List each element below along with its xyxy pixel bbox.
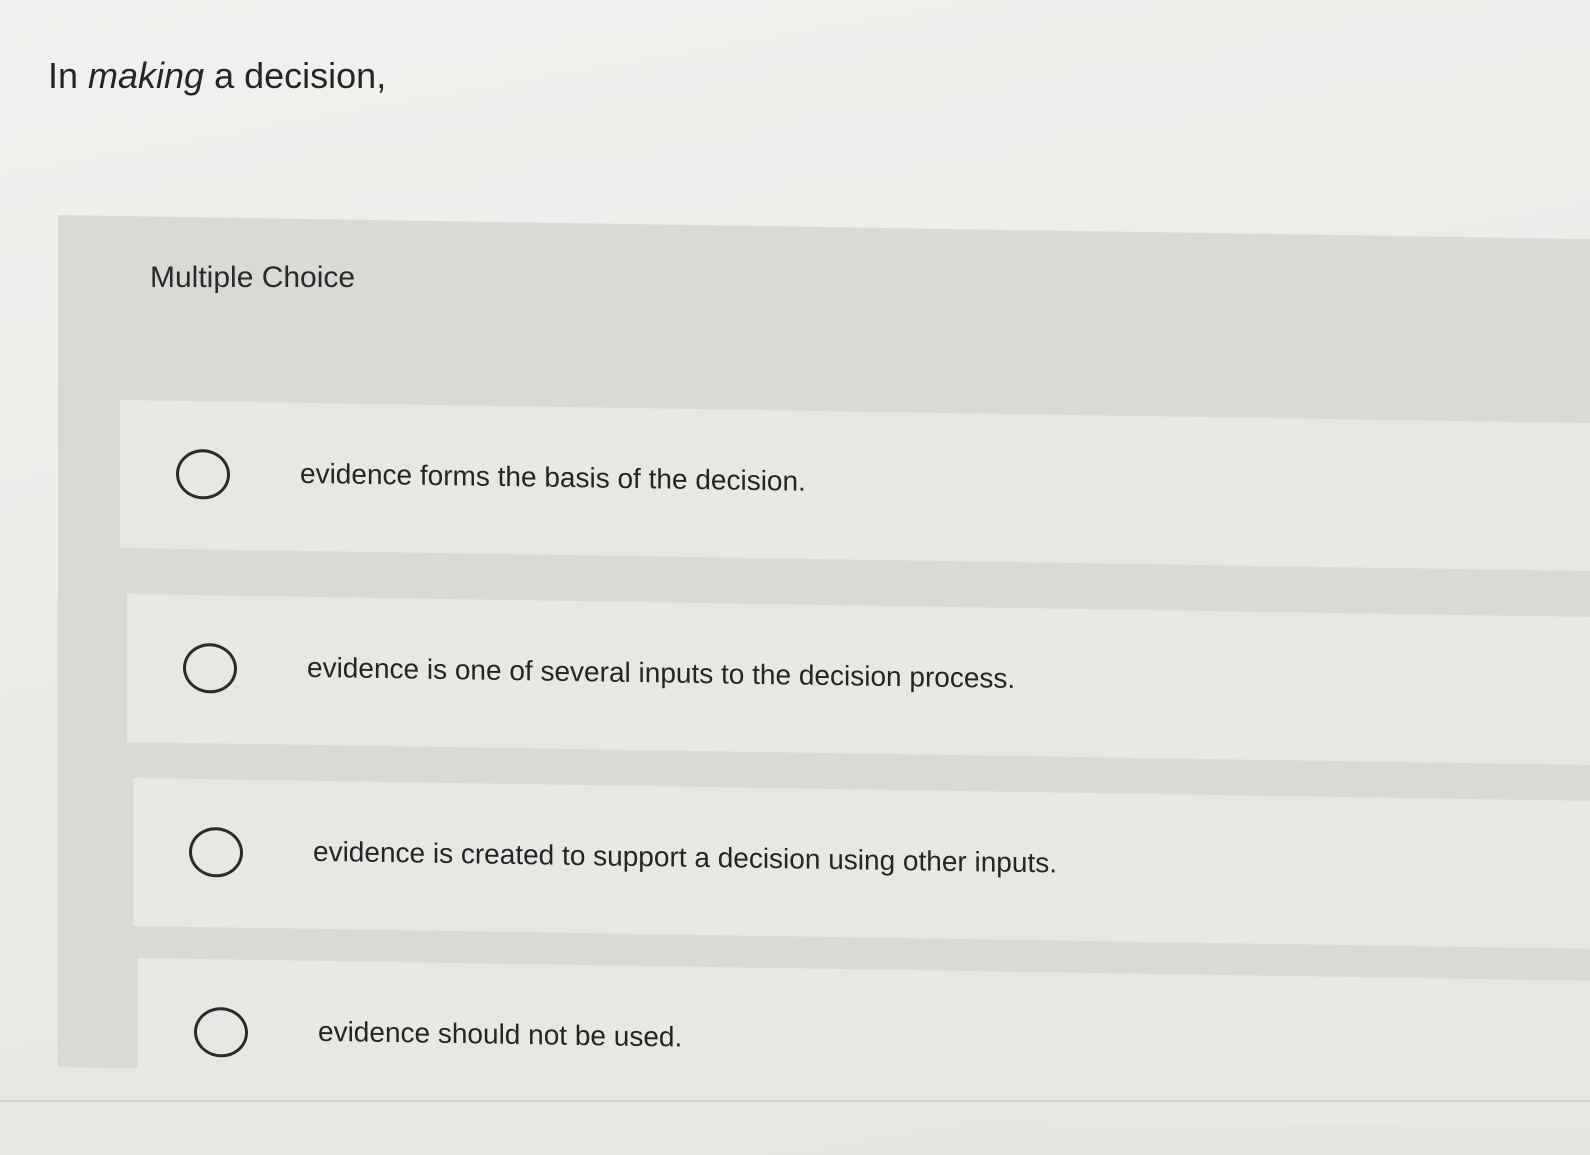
choice-option-4[interactable]: evidence should not be used.: [138, 958, 1590, 1129]
choice-option-1[interactable]: evidence forms the basis of the decision…: [120, 400, 1590, 572]
question-suffix: a decision,: [204, 55, 387, 96]
divider: [0, 1100, 1590, 1102]
question-emphasis: making: [88, 55, 205, 96]
choice-label: evidence is created to support a decisio…: [313, 835, 1058, 879]
section-label: Multiple Choice: [150, 261, 356, 294]
radio-button-icon[interactable]: [183, 642, 237, 694]
choice-label: evidence is one of several inputs to the…: [307, 651, 1016, 694]
radio-button-icon[interactable]: [194, 1006, 248, 1058]
choice-option-2[interactable]: evidence is one of several inputs to the…: [127, 594, 1590, 765]
radio-button-icon[interactable]: [189, 826, 243, 878]
question-prefix: In: [48, 55, 89, 96]
choice-label: evidence forms the basis of the decision…: [300, 457, 806, 497]
question-text: In making a decision,: [48, 52, 386, 100]
choice-option-3[interactable]: evidence is created to support a decisio…: [133, 778, 1590, 949]
choice-label: evidence should not be used.: [318, 1015, 683, 1053]
radio-button-icon[interactable]: [176, 448, 230, 500]
